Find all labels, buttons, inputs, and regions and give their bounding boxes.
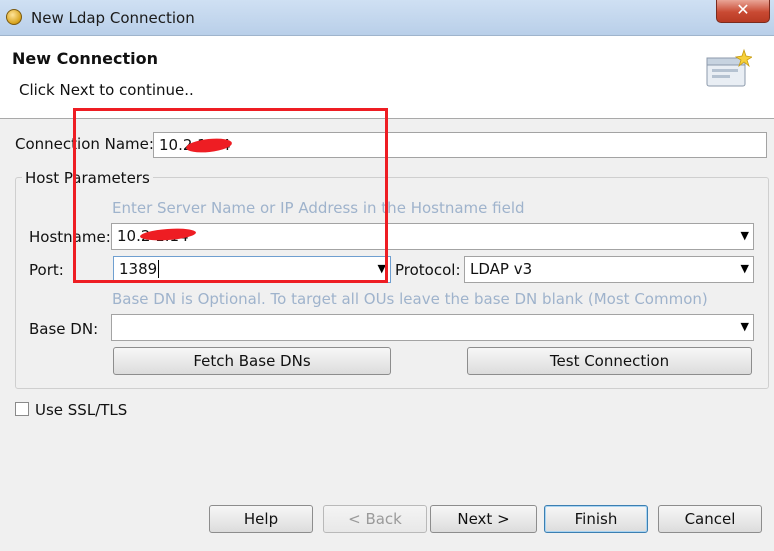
- hostname-hint: Enter Server Name or IP Address in the H…: [112, 199, 525, 217]
- help-button[interactable]: Help: [209, 505, 313, 533]
- window-title: New Ldap Connection: [31, 9, 195, 27]
- protocol-label: Protocol:: [395, 261, 461, 279]
- hostname-label: Hostname:: [29, 228, 111, 246]
- host-parameters-legend: Host Parameters: [22, 169, 153, 187]
- protocol-select[interactable]: LDAP v3 ▼: [464, 256, 754, 283]
- finish-button[interactable]: Finish: [544, 505, 648, 533]
- hostname-combo[interactable]: 10.2 1.14 ▼: [111, 223, 754, 250]
- basedn-combo[interactable]: ▼: [111, 314, 754, 341]
- port-value: 1389: [119, 260, 158, 278]
- page-subtitle: Click Next to continue..: [19, 81, 194, 99]
- next-button[interactable]: Next >: [430, 505, 537, 533]
- port-combo[interactable]: 1389 ▼: [113, 256, 391, 283]
- chevron-down-icon[interactable]: ▼: [741, 257, 749, 281]
- back-button[interactable]: < Back: [323, 505, 427, 533]
- close-button[interactable]: ✕: [716, 0, 770, 23]
- chevron-down-icon[interactable]: ▼: [741, 315, 749, 339]
- port-label: Port:: [29, 261, 64, 279]
- chevron-down-icon[interactable]: ▼: [378, 257, 386, 281]
- wizard-banner: New Connection Click Next to continue..: [0, 36, 774, 119]
- page-title: New Connection: [12, 49, 158, 68]
- connection-name-input[interactable]: 10.2 1.14: [153, 132, 767, 158]
- wizard-icon: [706, 48, 752, 87]
- fetch-base-dns-button[interactable]: Fetch Base DNs: [113, 347, 391, 375]
- chevron-down-icon[interactable]: ▼: [741, 224, 749, 248]
- ssl-label[interactable]: Use SSL/TLS: [35, 401, 127, 419]
- connection-name-label: Connection Name:: [15, 135, 154, 153]
- basedn-hint: Base DN is Optional. To target all OUs l…: [112, 290, 708, 308]
- cancel-button[interactable]: Cancel: [658, 505, 762, 533]
- app-icon: [6, 9, 22, 25]
- test-connection-button[interactable]: Test Connection: [467, 347, 752, 375]
- basedn-label: Base DN:: [29, 320, 99, 338]
- title-bar: New Ldap Connection ✕: [0, 0, 774, 36]
- ssl-checkbox[interactable]: [15, 402, 29, 416]
- protocol-value: LDAP v3: [470, 260, 533, 278]
